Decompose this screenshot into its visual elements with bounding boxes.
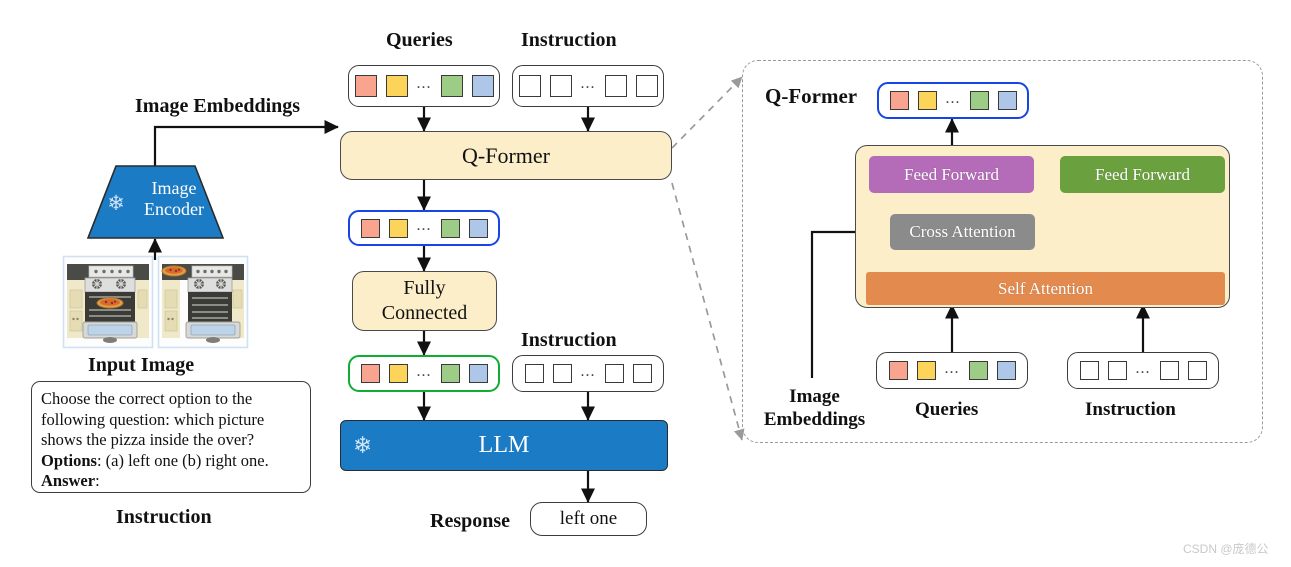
snowflake-icon: ❄ <box>353 433 373 458</box>
detail-instruction-label: Instruction <box>1085 399 1176 420</box>
projected-token-2 <box>388 364 408 383</box>
detail-output-token-row: ... <box>877 82 1029 119</box>
output-token-2 <box>917 91 937 110</box>
q-former-label: Q-Former <box>462 142 550 168</box>
feed-forward-right-label: Feed Forward <box>1095 164 1190 184</box>
response-value: left one <box>559 508 618 529</box>
instruction-label-bottom: Instruction <box>521 329 617 351</box>
output-token-3 <box>969 91 989 110</box>
instruction-line-1: Choose the correct option to the <box>41 389 253 408</box>
image-encoder-label-line2: Encoder <box>144 199 204 219</box>
instruction-options-key: Options <box>41 450 97 470</box>
instruction-options-line: Options: (a) left one (b) right one. <box>41 451 301 472</box>
response-label: Response <box>430 510 511 532</box>
query-token-4 <box>471 75 494 97</box>
instruction-options-value: : (a) left one (b) right one. <box>96 450 269 470</box>
self-attention-block: Self Attention <box>866 272 1225 305</box>
projected-token-4 <box>468 364 488 383</box>
watermark: CSDN @庞德公 <box>1183 542 1269 556</box>
instruction-token-row-bottom: ... <box>512 355 664 392</box>
queries-token-row-top: ... <box>348 65 500 107</box>
feed-forward-left-label: Feed Forward <box>904 164 999 184</box>
thumbnail-oven-pizza-inside <box>62 255 154 349</box>
fully-connected-label-line2: Connected <box>381 302 468 324</box>
query-token-2 <box>385 75 408 97</box>
query-token-3 <box>440 75 463 97</box>
instruction-caption-label: Instruction <box>116 506 212 528</box>
instruction-answer-value: : <box>95 471 100 490</box>
instruction-token-1 <box>1079 361 1099 380</box>
qformer-output-token-row: ... <box>348 210 500 246</box>
output-token-1 <box>889 91 909 110</box>
output-token-4 <box>997 91 1017 110</box>
self-attention-label: Self Attention <box>998 278 1093 298</box>
instruction-answer-line: Answer: <box>41 471 301 492</box>
instruction-token-2 <box>1107 361 1127 380</box>
image-encoder-label-line1: Image <box>151 178 197 198</box>
instruction-token-3 <box>1159 361 1179 380</box>
input-image-label: Input Image <box>88 354 195 376</box>
query-token-1 <box>888 361 908 380</box>
detail-queries-token-row: ... <box>876 352 1028 389</box>
instruction-line-2: following question: which picture <box>41 409 265 429</box>
instruction-token-4 <box>635 75 658 97</box>
instruction-token-4 <box>632 364 652 383</box>
q-former-detail-title: Q-Former <box>765 84 858 108</box>
snowflake-icon: ❄ <box>107 191 125 215</box>
feed-forward-right-block: Feed Forward <box>1060 156 1225 193</box>
fully-connected-label-line1: Fully <box>403 277 446 299</box>
image-embeddings-label: Image Embeddings <box>135 95 301 117</box>
output-token-3 <box>440 218 460 238</box>
projected-token-3 <box>440 364 460 383</box>
detail-image-embeddings-label: Image Embeddings <box>757 385 872 431</box>
instruction-token-3 <box>604 364 624 383</box>
output-token-4 <box>468 218 488 238</box>
cross-attention-block: Cross Attention <box>890 214 1035 250</box>
instruction-token-1 <box>518 75 541 97</box>
llm-block: ❄ LLM <box>340 420 668 471</box>
instruction-token-2 <box>552 364 572 383</box>
instruction-token-4 <box>1187 361 1207 380</box>
instruction-token-3 <box>604 75 627 97</box>
queries-label-top: Queries <box>386 29 453 51</box>
fully-connected-block: Fully Connected <box>352 271 497 331</box>
instruction-line-3: shows the pizza inside the over? <box>41 430 255 449</box>
detail-image-embeddings-line1: Image <box>789 386 840 407</box>
query-token-4 <box>996 361 1016 380</box>
instruction-token-2 <box>549 75 572 97</box>
detail-instruction-token-row: ... <box>1067 352 1219 389</box>
query-token-2 <box>916 361 936 380</box>
detail-queries-label: Queries <box>915 399 979 420</box>
image-encoder-block: ❄ Image Encoder <box>86 165 225 240</box>
response-box: left one <box>530 502 647 536</box>
input-image-thumbnails <box>62 255 249 349</box>
llm-label: LLM <box>478 432 530 458</box>
output-token-2 <box>388 218 408 238</box>
query-token-1 <box>354 75 377 97</box>
instruction-textbox: Choose the correct option to the followi… <box>31 381 311 493</box>
feed-forward-left-block: Feed Forward <box>869 156 1034 193</box>
q-former-block: Q-Former <box>340 131 672 180</box>
instruction-answer-key: Answer <box>41 471 96 490</box>
output-token-1 <box>360 218 380 238</box>
detail-image-embeddings-line2: Embeddings <box>763 409 866 430</box>
query-token-3 <box>968 361 988 380</box>
instruction-token-row-top: ... <box>512 65 664 107</box>
cross-attention-label: Cross Attention <box>909 222 1016 241</box>
projected-token-1 <box>360 364 380 383</box>
thumbnail-oven-pizza-on-top <box>157 255 249 349</box>
instruction-token-1 <box>524 364 544 383</box>
instruction-label-top: Instruction <box>521 29 617 51</box>
projected-token-row: ... <box>348 355 500 392</box>
